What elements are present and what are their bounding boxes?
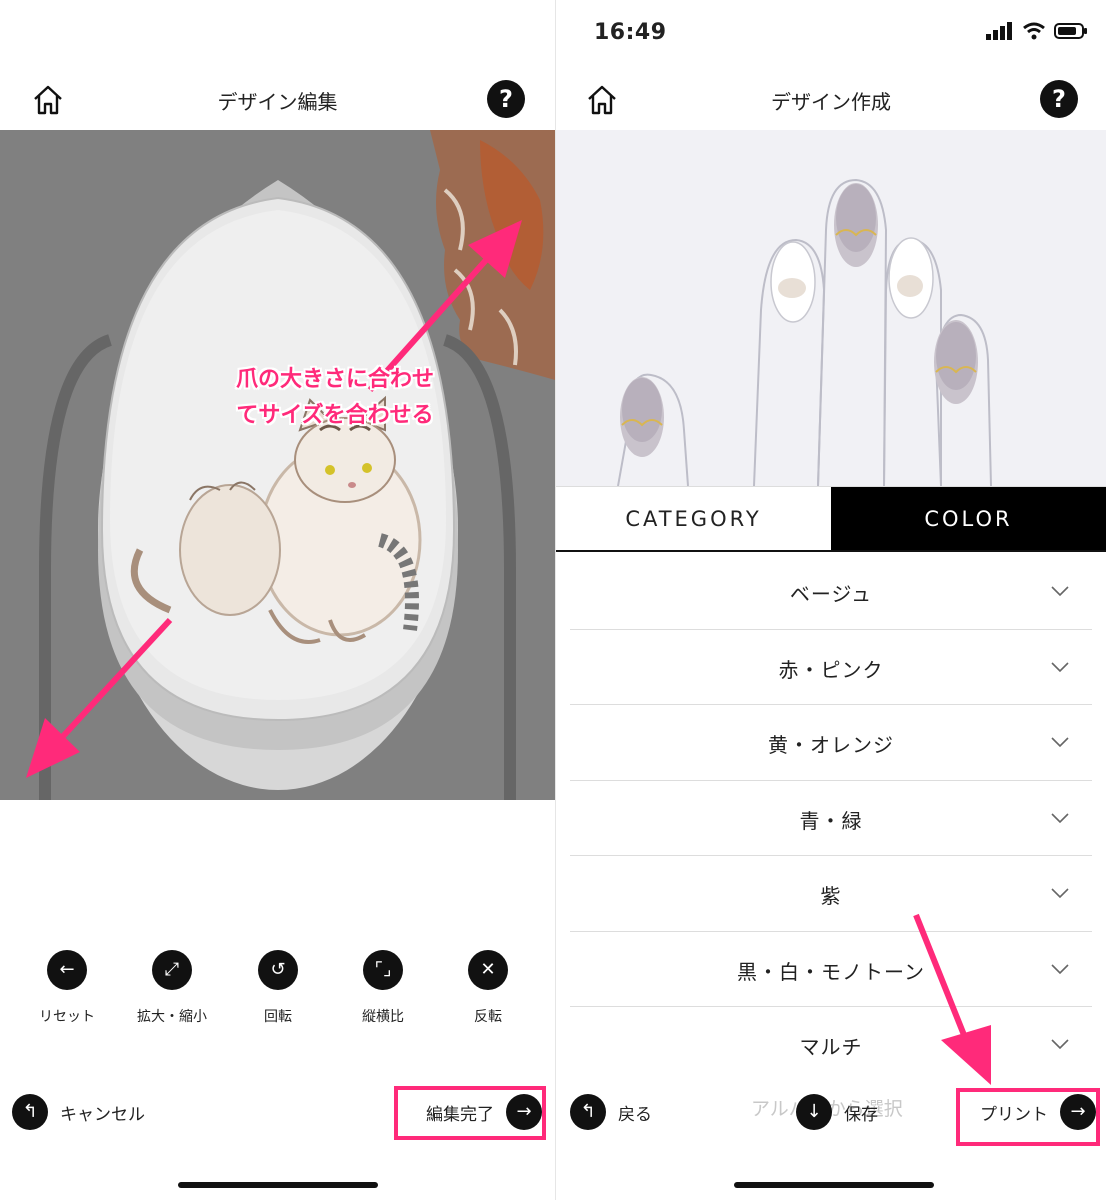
color-item-beige[interactable]: ベージュ xyxy=(570,554,1092,630)
color-name: 赤・ピンク xyxy=(778,657,884,682)
flip-tool[interactable]: ✕ 反転 xyxy=(438,950,538,1026)
chevron-down-icon xyxy=(1051,661,1069,672)
help-button[interactable]: ? xyxy=(487,80,525,118)
reset-tool[interactable]: ← リセット xyxy=(17,950,117,1026)
instruction-annotation: 爪の大きさに合わせ てサイズを合わせる xyxy=(210,362,460,434)
back-arrow-icon: ↰ xyxy=(12,1094,48,1130)
wifi-icon xyxy=(1023,22,1045,40)
nail-thumb xyxy=(620,377,664,457)
tab-color[interactable]: COLOR xyxy=(831,487,1106,550)
home-indicator xyxy=(734,1182,934,1188)
chevron-down-icon xyxy=(1051,586,1069,597)
flip-icon: ✕ xyxy=(468,950,508,990)
design-create-screen: 16:49 デザイン作成 ? CATEGORY COLOR ベージュ 赤・ピンク… xyxy=(556,0,1106,1200)
tool-label: 縦横比 xyxy=(362,1009,404,1025)
design-canvas[interactable]: 爪の大きさに合わせ てサイズを合わせる xyxy=(0,130,555,800)
home-indicator xyxy=(178,1182,378,1188)
chevron-down-icon xyxy=(1051,1039,1069,1050)
signal-icon xyxy=(986,22,1012,40)
page-title: デザイン作成 xyxy=(771,90,891,114)
download-icon: ↓ xyxy=(796,1094,832,1130)
tool-label: 回転 xyxy=(264,1009,292,1025)
print-button[interactable]: プリント → xyxy=(980,1094,1096,1130)
save-label: 保存 xyxy=(844,1104,878,1125)
aspect-ratio-icon: ⌜⌟ xyxy=(363,950,403,990)
bottom-bar: アルバムから選択 ↰ 戻る ↓ 保存 プリント → xyxy=(556,1084,1106,1146)
help-button[interactable]: ? xyxy=(1040,80,1078,118)
chevron-down-icon xyxy=(1051,963,1069,974)
header: デザイン作成 ? xyxy=(556,72,1106,128)
cancel-button[interactable]: ↰ キャンセル xyxy=(12,1094,145,1130)
color-name: 紫 xyxy=(820,884,842,908)
battery-icon xyxy=(1054,23,1087,39)
rotate-tool[interactable]: ↺ 回転 xyxy=(228,950,328,1026)
arrow-left-icon: ← xyxy=(47,950,87,990)
arrow-right-icon: → xyxy=(1060,1094,1096,1130)
tab-category[interactable]: CATEGORY xyxy=(556,487,831,550)
hand-illustration xyxy=(617,178,992,486)
color-item-blue-green[interactable]: 青・緑 xyxy=(570,781,1092,856)
chevron-down-icon xyxy=(1051,888,1069,899)
hand-preview xyxy=(556,130,1106,486)
page-title: デザイン編集 xyxy=(217,90,338,114)
annotation-line-1: 爪の大きさに合わせ xyxy=(235,367,434,392)
chevron-down-icon xyxy=(1051,737,1069,748)
tool-label: 拡大・縮小 xyxy=(137,1009,207,1025)
rotate-icon: ↺ xyxy=(258,950,298,990)
color-name: ベージュ xyxy=(789,582,873,606)
edit-done-button[interactable]: 編集完了 → xyxy=(426,1094,542,1130)
edit-done-label: 編集完了 xyxy=(426,1104,494,1125)
nail-index xyxy=(770,241,816,323)
tab-bar: CATEGORY COLOR xyxy=(556,486,1106,552)
cancel-label: キャンセル xyxy=(60,1104,145,1125)
nail-middle xyxy=(834,183,878,267)
arrow-right-icon: → xyxy=(506,1094,542,1130)
scale-tool[interactable]: ⤢ 拡大・縮小 xyxy=(122,950,222,1026)
nail-canvas-graphic xyxy=(26,130,555,800)
color-item-red-pink[interactable]: 赤・ピンク xyxy=(570,630,1092,705)
print-pointer-arrow xyxy=(913,913,991,1085)
status-icons xyxy=(986,22,1088,40)
save-button[interactable]: ↓ 保存 xyxy=(796,1094,878,1130)
back-arrow-icon: ↰ xyxy=(570,1094,606,1130)
chevron-down-icon xyxy=(1051,812,1069,823)
status-time: 16:49 xyxy=(594,20,667,45)
header: デザイン編集 ? xyxy=(0,72,555,128)
design-edit-screen: デザイン編集 ? 爪の大きさに合わせ てサイズを合わせる ← リセット ⤢ 拡大… xyxy=(0,0,555,1200)
color-name: 青・緑 xyxy=(799,808,863,833)
tool-label: リセット xyxy=(39,1009,95,1025)
aspect-ratio-tool[interactable]: ⌜⌟ 縦横比 xyxy=(333,950,433,1026)
annotation-line-2: てサイズを合わせる xyxy=(236,403,434,428)
print-label: プリント xyxy=(980,1104,1048,1125)
back-label: 戻る xyxy=(618,1104,652,1125)
bottom-bar: ↰ キャンセル 編集完了 → xyxy=(0,1084,555,1142)
color-item-yellow-orange[interactable]: 黄・オレンジ xyxy=(570,705,1092,781)
color-name: 黄・オレンジ xyxy=(768,733,894,757)
back-button[interactable]: ↰ 戻る xyxy=(570,1094,652,1130)
nail-ring xyxy=(888,237,934,319)
edit-toolbar: ← リセット ⤢ 拡大・縮小 ↺ 回転 ⌜⌟ 縦横比 ✕ 反転 xyxy=(0,950,555,1030)
tool-label: 反転 xyxy=(474,1009,502,1025)
expand-icon: ⤢ xyxy=(152,950,192,990)
nail-pinky xyxy=(934,320,978,404)
